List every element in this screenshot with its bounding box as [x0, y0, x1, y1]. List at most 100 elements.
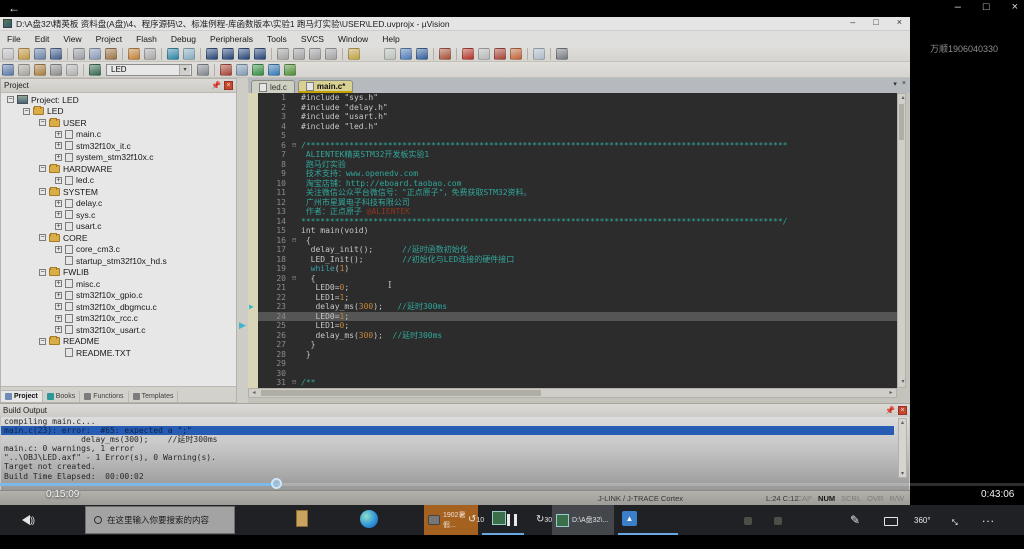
save-all-icon[interactable]	[50, 48, 62, 60]
tree-item-usart-c[interactable]: +usart.c	[1, 221, 236, 233]
pause-button[interactable]	[505, 514, 519, 529]
scroll-down-icon[interactable]: ▾	[898, 378, 908, 387]
uncomment-icon[interactable]	[325, 48, 337, 60]
tree-item-stm32f10x-gpio-c[interactable]: +stm32f10x_gpio.c	[1, 290, 236, 302]
expand-icon[interactable]: +	[55, 246, 62, 253]
menu-project[interactable]: Project	[89, 34, 129, 44]
build-log-line[interactable]: "..\OBJ\LED.axf" - 1 Error(s), 0 Warning…	[1, 453, 909, 462]
fold-collapse-icon[interactable]: ⊟	[292, 141, 301, 151]
bookmark-margin[interactable]	[248, 236, 258, 246]
collapse-icon[interactable]: −	[39, 188, 46, 195]
bookmark-margin[interactable]	[248, 93, 258, 103]
bookmark-margin[interactable]	[248, 312, 258, 322]
code-line-2[interactable]: 2 #include "delay.h"	[248, 103, 897, 113]
navigate-back-icon[interactable]	[167, 48, 179, 60]
bookmark-margin[interactable]	[248, 131, 258, 141]
code-line-28[interactable]: 28 }	[248, 350, 897, 360]
insert-trace-icon[interactable]	[400, 48, 412, 60]
build-icon[interactable]	[18, 64, 30, 76]
project-close-icon[interactable]: ×	[224, 81, 233, 90]
tray-icon[interactable]	[744, 517, 752, 525]
menu-file[interactable]: File	[0, 34, 28, 44]
pack-installer-icon[interactable]	[268, 64, 280, 76]
expand-icon[interactable]: +	[55, 292, 62, 299]
code-line-14[interactable]: 14 *************************************…	[248, 217, 897, 227]
undo-icon[interactable]	[128, 48, 140, 60]
scroll-right-icon[interactable]: ▸	[886, 389, 896, 398]
bookmark-margin[interactable]	[248, 369, 258, 379]
menu-edit[interactable]: Edit	[28, 34, 57, 44]
expand-icon[interactable]: +	[55, 154, 62, 161]
tree-item-led-c[interactable]: +led.c	[1, 175, 236, 187]
code-line-15[interactable]: 15 int main(void)	[248, 226, 897, 236]
debug-checkbox-icon[interactable]	[384, 48, 396, 60]
expand-icon[interactable]: +	[55, 131, 62, 138]
bookmark-margin[interactable]	[248, 122, 258, 132]
code-line-11[interactable]: 11 关注微信公众平台微信号："正点原子"，免费获取STM32资料。	[248, 188, 897, 198]
rewind-10-icon[interactable]: ↺10	[468, 514, 484, 525]
code-line-10[interactable]: 10 淘宝店铺：http://eboard.taobao.com	[248, 179, 897, 189]
bookmark-margin[interactable]	[248, 321, 258, 331]
taskbar-active-uvision-button[interactable]: D:\A盘32\...	[552, 505, 614, 535]
video-minimize-button[interactable]: –	[955, 1, 961, 13]
breakpoint-insert-icon[interactable]	[462, 48, 474, 60]
copy-icon[interactable]	[89, 48, 101, 60]
code-line-27[interactable]: 27 }	[248, 340, 897, 350]
bookmark-margin[interactable]	[248, 245, 258, 255]
editor-tab-mainc[interactable]: main.c*	[298, 80, 353, 93]
insert-run-icon[interactable]	[416, 48, 428, 60]
collapse-icon[interactable]: −	[39, 165, 46, 172]
window-layout-icon[interactable]	[533, 48, 545, 60]
build-close-icon[interactable]: ×	[898, 406, 907, 415]
code-line-23[interactable]: 23 delay_ms(300); //延时300ms	[248, 302, 897, 312]
fold-collapse-icon[interactable]: ⊟	[292, 236, 301, 246]
bookmark-margin[interactable]	[248, 350, 258, 360]
window-minimize-button[interactable]: –	[850, 17, 855, 27]
file-extensions-icon[interactable]	[236, 64, 248, 76]
bookmark-margin[interactable]	[248, 255, 258, 265]
manage-items-icon[interactable]	[220, 64, 232, 76]
collapse-icon[interactable]: −	[39, 119, 46, 126]
expand-icon[interactable]: +	[55, 280, 62, 287]
bookmark-margin[interactable]	[248, 103, 258, 113]
bookmark-margin[interactable]	[248, 378, 258, 388]
tree-item-stm32f10x-usart-c[interactable]: +stm32f10x_usart.c	[1, 324, 236, 336]
code-line-19[interactable]: 19 while(1)	[248, 264, 897, 274]
volume-icon[interactable]: ))	[22, 514, 34, 528]
collapse-icon[interactable]: −	[23, 108, 30, 115]
taskbar-search-input[interactable]: 在这里输入你要搜索的内容	[85, 506, 235, 534]
batch-build-icon[interactable]	[50, 64, 62, 76]
video-360-icon[interactable]: 360°	[914, 516, 931, 525]
annotate-pencil-icon[interactable]: ✎	[850, 513, 860, 527]
bookmark-margin[interactable]	[248, 141, 258, 151]
expand-icon[interactable]: +	[55, 142, 62, 149]
tree-item-fwlib[interactable]: −FWLIB	[1, 267, 236, 279]
panel-tab-functions[interactable]: Functions	[80, 391, 128, 402]
code-line-8[interactable]: 8 跑马灯实验	[248, 160, 897, 170]
taskbar-photos-icon[interactable]: ▲	[622, 511, 637, 526]
panel-tab-books[interactable]: Books	[43, 391, 80, 402]
tree-item-hardware[interactable]: −HARDWARE	[1, 163, 236, 175]
code-line-9[interactable]: 9 技术支持：www.openedv.com	[248, 169, 897, 179]
stop-build-icon[interactable]	[66, 64, 78, 76]
tree-item-user[interactable]: −USER	[1, 117, 236, 129]
bookmark-margin[interactable]	[248, 340, 258, 350]
build-log-line[interactable]: delay_ms(300); //延时300ms	[1, 435, 909, 444]
pin-icon[interactable]: 📌	[211, 81, 221, 90]
expand-icon[interactable]: +	[55, 200, 62, 207]
configure-icon[interactable]	[556, 48, 568, 60]
build-error-line-selected[interactable]: main.c(23): error: #65: expected a ";"	[1, 426, 894, 435]
bookmark-margin[interactable]	[248, 264, 258, 274]
breakpoint-disable-all-icon[interactable]	[494, 48, 506, 60]
tree-item-readme-txt[interactable]: README.TXT	[1, 347, 236, 359]
menu-peripherals[interactable]: Peripherals	[203, 34, 260, 44]
code-line-22[interactable]: 22 LED1=1;	[248, 293, 897, 303]
tree-item-startup-stm32f10x-hd-s[interactable]: startup_stm32f10x_hd.s	[1, 255, 236, 267]
tree-item-sys-c[interactable]: +sys.c	[1, 209, 236, 221]
forward-30-icon[interactable]: ↻30	[536, 514, 552, 525]
paste-icon[interactable]	[105, 48, 117, 60]
tree-item-misc-c[interactable]: +misc.c	[1, 278, 236, 290]
code-editor[interactable]: ▶ I 1 #include "sys.h"2 #include "delay.…	[248, 93, 897, 388]
collapse-icon[interactable]: −	[39, 269, 46, 276]
code-line-17[interactable]: 17 delay_init(); //延时函数初始化	[248, 245, 897, 255]
